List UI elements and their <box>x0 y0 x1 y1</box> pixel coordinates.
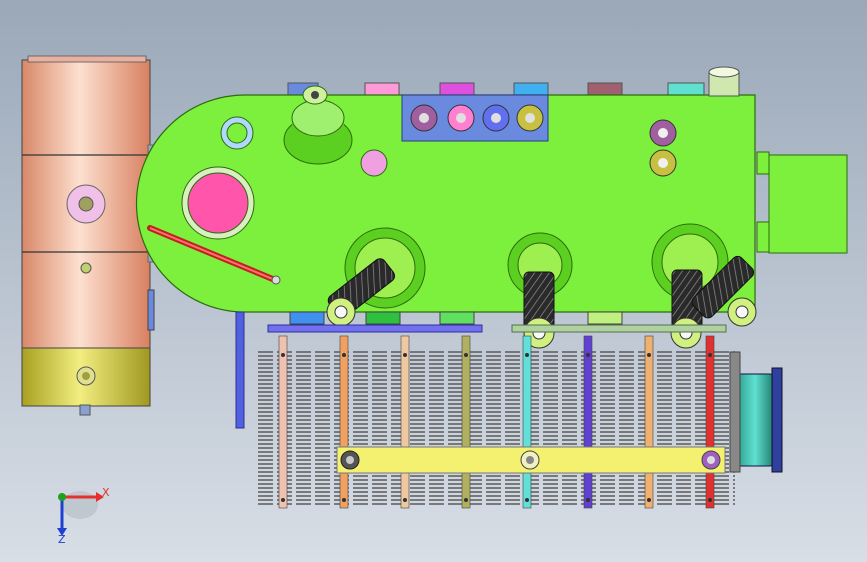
z-axis-label: Z <box>58 533 66 546</box>
model-canvas[interactable]: X Z <box>0 0 867 562</box>
header-rail-left <box>267 324 483 333</box>
tank-vessel-icon[interactable] <box>21 55 157 416</box>
x-axis-label: X <box>102 486 110 499</box>
cad-viewport[interactable]: X Z <box>0 0 867 562</box>
support-post <box>235 311 245 429</box>
header-rail-right <box>511 324 727 333</box>
tube-bank-icon[interactable] <box>258 335 735 509</box>
axis-triad: X Z <box>57 486 110 546</box>
side-cabinet[interactable] <box>756 151 848 254</box>
header-pipe-icon[interactable] <box>336 446 726 474</box>
burner-icon[interactable] <box>729 351 783 473</box>
